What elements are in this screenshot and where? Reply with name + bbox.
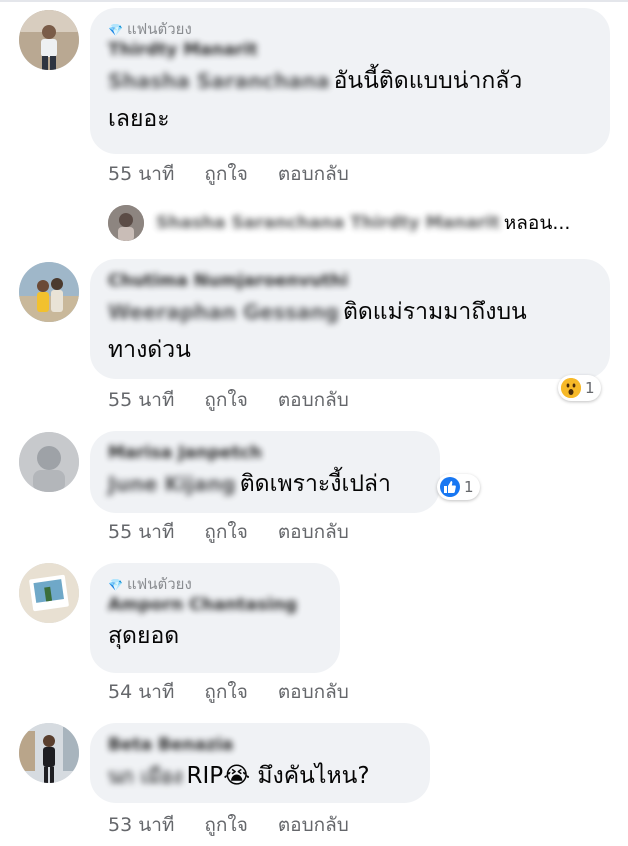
comment-bubble: Beta Benazia นก เมือง RIP😭 มึงคันไหน?: [90, 723, 430, 803]
avatar[interactable]: [19, 563, 79, 623]
mention-tag[interactable]: Weeraphan Gessang: [108, 300, 339, 324]
reply-button[interactable]: ตอบกลับ: [278, 810, 349, 840]
diamond-icon: 💎: [108, 23, 123, 37]
comment-text-line2: เลยอะ: [108, 106, 170, 132]
avatar[interactable]: [19, 432, 79, 492]
comment-text: สุดยอด: [108, 623, 180, 649]
reply-snippet: หลอน...: [503, 212, 571, 234]
comment-bubble: 💎 แฟนตัวยง Amporn Chantasing สุดยอด: [90, 563, 340, 673]
top-divider: [0, 0, 628, 2]
like-button[interactable]: ถูกใจ: [204, 517, 247, 547]
commenter-name[interactable]: Marisa Janpetch: [108, 441, 422, 465]
top-fan-badge: 💎 แฟนตัวยง: [108, 20, 192, 38]
like-button[interactable]: ถูกใจ: [204, 810, 247, 840]
comment-text-line2: ทางด่วน: [108, 337, 191, 363]
wow-emoji-icon: [561, 378, 581, 398]
like-icon: [440, 477, 460, 497]
reply-button[interactable]: ตอบกลับ: [278, 677, 349, 707]
comment-time[interactable]: 55 นาที: [108, 517, 174, 547]
comment-time[interactable]: 54 นาที: [108, 677, 174, 707]
avatar[interactable]: [19, 262, 79, 322]
reply-button[interactable]: ตอบกลับ: [278, 159, 349, 189]
comment-actions: 55 นาที ถูกใจ ตอบกลับ: [108, 517, 349, 547]
comment-text: Shasha Saranchana อันนี้ติดแบบน่ากลัว: [108, 68, 523, 94]
reaction-summary[interactable]: 1: [558, 375, 601, 401]
mention-tag[interactable]: Shasha Saranchana: [108, 69, 330, 93]
replies-preview[interactable]: Shasha Saranchana Thirdty Manarit หลอน..…: [108, 203, 570, 243]
commenter-name[interactable]: Thirdty Manarit: [108, 38, 592, 62]
reaction-count: 1: [585, 379, 595, 397]
comment-bubble: Marisa Janpetch June Kijang ติดเพราะงี้เป…: [90, 431, 440, 513]
like-button[interactable]: ถูกใจ: [204, 385, 247, 415]
comment-actions: 53 นาที ถูกใจ ตอบกลับ: [108, 810, 349, 840]
avatar[interactable]: [19, 723, 79, 783]
comment-bubble: 💎 แฟนตัวยง Thirdty Manarit Shasha Saranch…: [90, 8, 610, 154]
reply-names: Shasha Saranchana Thirdty Manarit: [156, 213, 500, 233]
comment-time[interactable]: 55 นาที: [108, 385, 174, 415]
comment-actions: 55 นาที ถูกใจ ตอบกลับ: [108, 385, 349, 415]
reply-button[interactable]: ตอบกลับ: [278, 517, 349, 547]
like-button[interactable]: ถูกใจ: [204, 677, 247, 707]
reply-button[interactable]: ตอบกลับ: [278, 385, 349, 415]
commenter-name[interactable]: Chutima Numjaroenvuthi: [108, 269, 592, 293]
avatar: [108, 205, 144, 241]
like-button[interactable]: ถูกใจ: [204, 159, 247, 189]
reaction-count: 1: [464, 478, 474, 496]
comment-actions: 55 นาที ถูกใจ ตอบกลับ: [108, 159, 349, 189]
comment-text: Weeraphan Gessang ติดแม่รามมาถึงบน: [108, 299, 527, 325]
comment-text: June Kijang ติดเพราะงี้เปล่า: [108, 471, 391, 497]
mention-tag[interactable]: นก เมือง: [108, 764, 183, 788]
comment-text: นก เมือง RIP😭 มึงคันไหน?: [108, 763, 370, 789]
comment-time[interactable]: 55 นาที: [108, 159, 174, 189]
comment-time[interactable]: 53 นาที: [108, 810, 174, 840]
reaction-summary[interactable]: 1: [437, 474, 480, 500]
comment-actions: 54 นาที ถูกใจ ตอบกลับ: [108, 677, 349, 707]
commenter-name[interactable]: Amporn Chantasing: [108, 593, 322, 617]
comment-bubble: Chutima Numjaroenvuthi Weeraphan Gessang…: [90, 259, 610, 379]
diamond-icon: 💎: [108, 578, 123, 592]
commenter-name[interactable]: Beta Benazia: [108, 733, 412, 757]
mention-tag[interactable]: June Kijang: [108, 472, 236, 496]
avatar[interactable]: [19, 10, 79, 70]
top-fan-badge: 💎 แฟนตัวยง: [108, 575, 192, 593]
crying-emoji-icon: 😭: [223, 763, 251, 789]
